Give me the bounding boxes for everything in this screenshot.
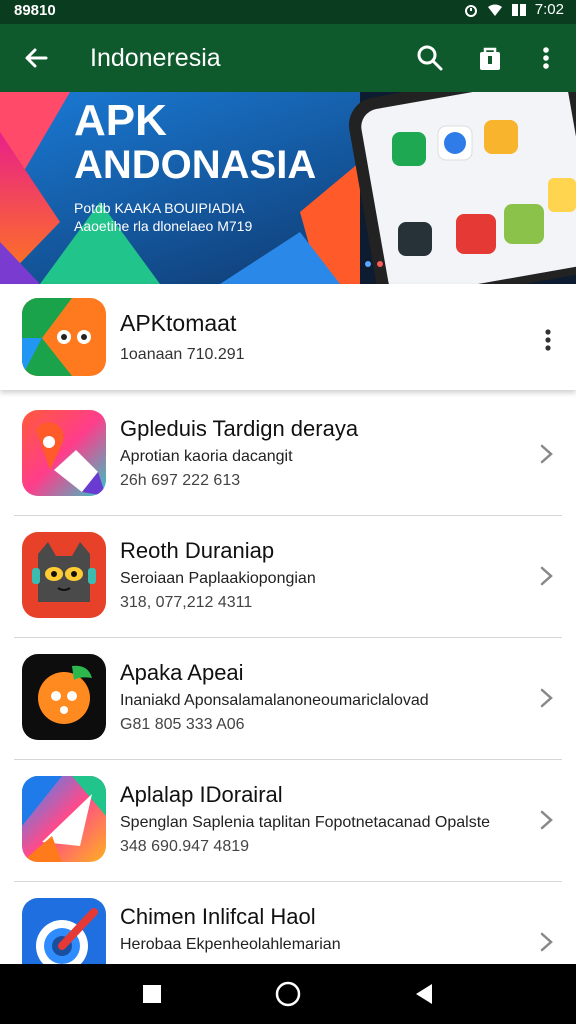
app-description: Spenglan Saplenia taplitan Fopotnetacana… <box>120 814 491 831</box>
app-description: Seroiaan Paplaakiopongian <box>120 570 316 587</box>
app-list-item[interactable]: Reoth Duraniap Seroiaan Paplaakiopongian… <box>0 516 576 638</box>
app-name: Apaka Apeai <box>120 660 244 685</box>
chevron-right-icon <box>540 444 553 464</box>
status-icons: 7:02 <box>463 1 564 18</box>
app-description: Inaniakd Aponsalamalanoneoumariclalovad <box>120 692 429 709</box>
app-icon <box>22 532 106 618</box>
signal-icon <box>511 3 526 16</box>
page-title: Indoneresia <box>90 44 221 72</box>
status-time-left: 89810 <box>14 2 56 19</box>
store-icon[interactable] <box>474 42 506 74</box>
app-meta: 318, 077,212 4311 <box>120 594 253 611</box>
app-icon <box>22 654 106 740</box>
system-nav-bar <box>0 964 576 1024</box>
status-bar: 89810 7:02 <box>0 0 576 24</box>
app-meta: G81 805 333 A06 <box>120 716 245 733</box>
app-bar: Indoneresia <box>0 24 576 92</box>
arrow-back-icon[interactable] <box>20 42 52 74</box>
app-name: Reoth Duraniap <box>120 538 275 563</box>
chevron-right-icon <box>540 566 553 586</box>
app-description: Aprotian kaoria dacangit <box>120 448 293 465</box>
app-list-item[interactable]: Aplalap IDorairal Spenglan Saplenia tapl… <box>0 760 576 882</box>
wifi-icon <box>487 4 502 16</box>
more-vert-icon[interactable] <box>536 326 560 354</box>
app-meta: 26h 697 222 613 <box>120 472 241 489</box>
featured-app-name: APKtomaat <box>120 310 237 336</box>
app-description: Herobaa Ekpenheolahlemarian <box>120 936 341 953</box>
circle-icon[interactable] <box>274 980 302 1008</box>
search-icon[interactable] <box>414 42 446 74</box>
banner-subtitle-line2: Aaoetihe rla dlonelaeo M719 <box>74 218 253 234</box>
promo-banner[interactable]: APK ANDONASIA Potdb KAAKA BOUIPIADIA Aao… <box>0 92 576 284</box>
app-meta: 348 690.947 4819 <box>120 838 250 855</box>
app-list-item[interactable]: Apaka Apeai Inaniakd Aponsalamalanoneoum… <box>0 638 576 760</box>
status-time-right: 7:02 <box>534 1 564 18</box>
app-name: Chimen Inlifcal Haol <box>120 904 316 929</box>
more-vert-icon[interactable] <box>530 42 562 74</box>
chevron-right-icon <box>540 810 553 830</box>
banner-title-line2: ANDONASIA <box>74 143 317 187</box>
app-icon <box>22 776 106 862</box>
alarm-icon <box>464 4 477 17</box>
app-list-item[interactable]: Gpleduis Tardign deraya Aprotian kaoria … <box>0 394 576 516</box>
app-name: Aplalap IDorairal <box>120 782 283 807</box>
banner-subtitle-line1: Potdb KAAKA BOUIPIADIA <box>74 200 245 216</box>
chevron-right-icon <box>540 932 553 952</box>
triangle-back-icon[interactable] <box>410 980 438 1008</box>
featured-app-card[interactable]: APKtomaat 1oanaan 710.291 <box>0 284 576 390</box>
app-name: Gpleduis Tardign deraya <box>120 416 359 441</box>
banner-title-line1: APK <box>74 96 167 145</box>
featured-app-icon <box>22 298 106 376</box>
app-icon <box>22 410 106 496</box>
square-icon[interactable] <box>138 980 166 1008</box>
chevron-right-icon <box>540 688 553 708</box>
featured-app-subtitle: 1oanaan 710.291 <box>120 346 245 363</box>
